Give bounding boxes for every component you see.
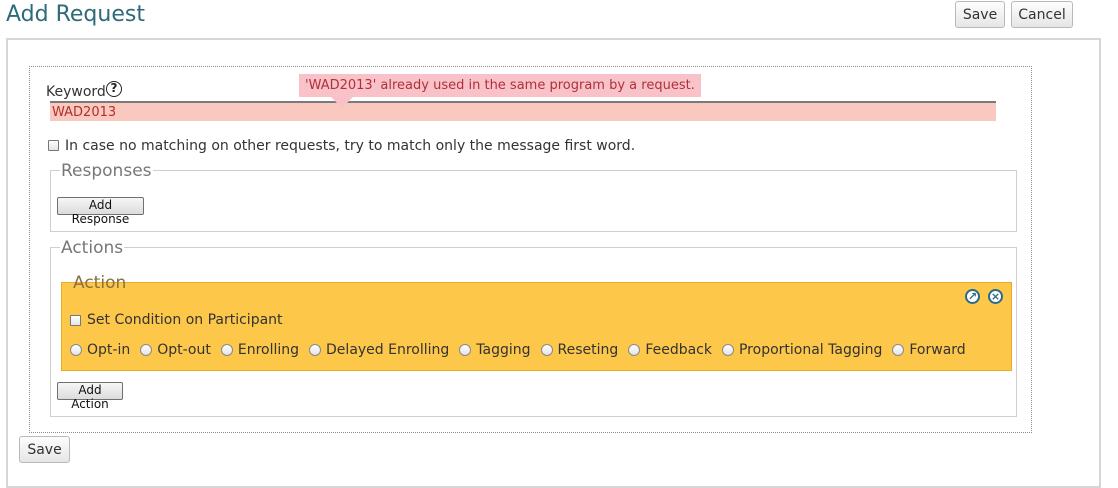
close-circle-icon[interactable]: × bbox=[988, 289, 1003, 304]
radio-feedback[interactable]: Feedback bbox=[628, 342, 712, 358]
radio-label: Opt-in bbox=[87, 342, 131, 358]
question-mark-icon[interactable]: ? bbox=[106, 81, 122, 97]
responses-legend: Responses bbox=[60, 161, 153, 181]
keyword-input[interactable] bbox=[50, 101, 996, 121]
radio-button[interactable] bbox=[721, 344, 734, 356]
radio-forward[interactable]: Forward bbox=[892, 342, 966, 358]
keyword-error-tooltip: 'WAD2013' already used in the same progr… bbox=[299, 74, 701, 97]
radio-button[interactable] bbox=[140, 344, 153, 356]
radio-button[interactable] bbox=[628, 344, 641, 356]
set-condition-label: Set Condition on Participant bbox=[87, 312, 283, 328]
set-condition-checkbox[interactable] bbox=[70, 315, 81, 326]
radio-opt-in[interactable]: Opt-in bbox=[70, 342, 130, 358]
radio-button[interactable] bbox=[220, 344, 233, 356]
radio-label: Tagging bbox=[476, 342, 531, 358]
page-title: Add Request bbox=[6, 2, 145, 27]
expand-arrow-icon[interactable]: ↗ bbox=[965, 289, 980, 304]
radio-button[interactable] bbox=[459, 344, 472, 356]
radio-proportional-tagging[interactable]: Proportional Tagging bbox=[721, 342, 883, 358]
add-action-button[interactable]: Add Action bbox=[57, 382, 123, 411]
add-response-button[interactable]: Add Response bbox=[57, 197, 144, 226]
keyword-label: Keyword bbox=[46, 84, 106, 100]
radio-enrolling[interactable]: Enrolling bbox=[220, 342, 300, 358]
radio-label: Feedback bbox=[645, 342, 712, 358]
actions-legend: Actions bbox=[60, 238, 125, 258]
radio-label: Proportional Tagging bbox=[738, 342, 883, 358]
action-type-radio-group: Opt-in Opt-out Enrolling Delayed Enrolli… bbox=[70, 341, 976, 359]
radio-button[interactable] bbox=[70, 344, 82, 356]
radio-delayed-enrolling[interactable]: Delayed Enrolling bbox=[309, 342, 449, 358]
radio-label: Reseting bbox=[557, 342, 619, 358]
radio-label: Opt-out bbox=[157, 342, 211, 358]
radio-label: Forward bbox=[909, 342, 966, 358]
radio-button[interactable] bbox=[309, 344, 322, 356]
responses-fieldset bbox=[50, 170, 1017, 232]
cancel-button[interactable]: Cancel bbox=[1011, 1, 1073, 28]
error-tooltip-arrow bbox=[331, 97, 353, 108]
radio-label: Enrolling bbox=[237, 342, 300, 358]
action-legend: Action bbox=[73, 273, 127, 293]
save-button-bottom[interactable]: Save bbox=[19, 436, 70, 463]
radio-label: Delayed Enrolling bbox=[326, 342, 450, 358]
first-word-checkbox[interactable] bbox=[48, 140, 59, 151]
radio-button[interactable] bbox=[540, 344, 553, 356]
first-word-label: In case no matching on other requests, t… bbox=[65, 138, 636, 154]
save-button-top[interactable]: Save bbox=[955, 1, 1005, 28]
radio-reseting[interactable]: Reseting bbox=[540, 342, 619, 358]
radio-opt-out[interactable]: Opt-out bbox=[140, 342, 211, 358]
radio-button[interactable] bbox=[892, 344, 905, 356]
radio-tagging[interactable]: Tagging bbox=[459, 342, 531, 358]
